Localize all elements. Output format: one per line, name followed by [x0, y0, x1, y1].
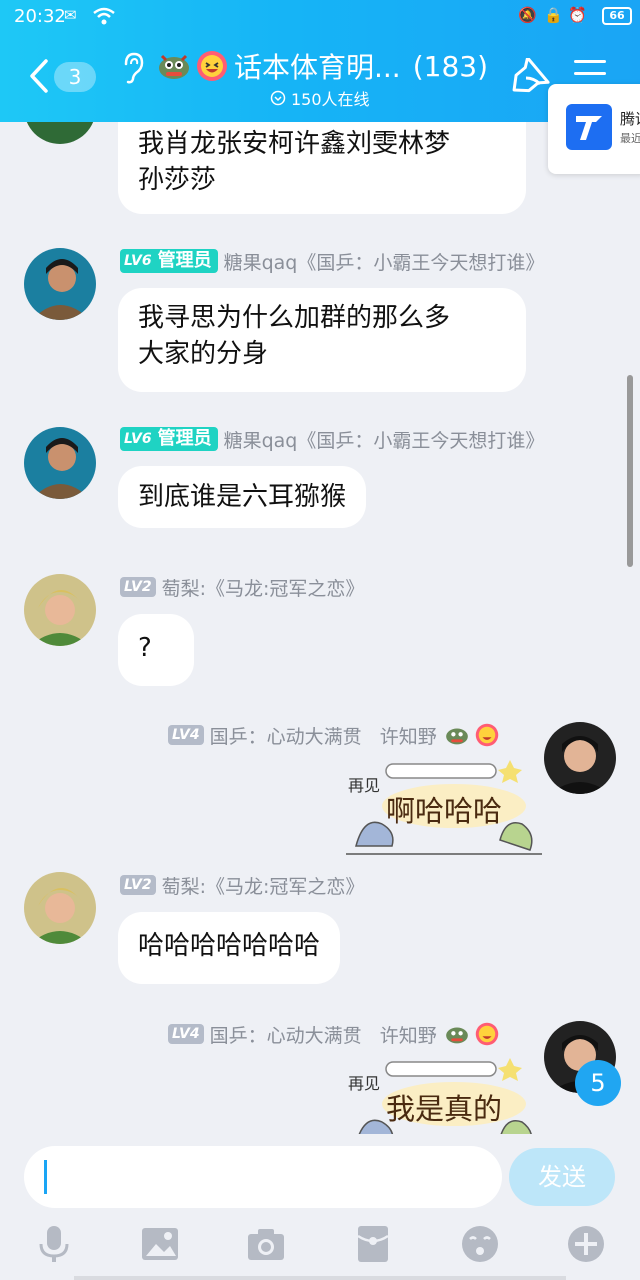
- level-badge: LV6: [120, 249, 156, 273]
- sender-name[interactable]: 糖果qaq《国乒：小霸王今天想打谁》: [224, 248, 545, 275]
- message-text: 到底谁是六耳猕猴: [138, 482, 347, 512]
- share-arrow-icon[interactable]: [506, 58, 550, 96]
- text-caret: [44, 1160, 47, 1194]
- admin-level-badge: LV6 管理员: [120, 249, 218, 273]
- level-badge: LV2: [120, 577, 156, 597]
- level-badge: LV4: [168, 1024, 204, 1044]
- level-badge: LV2: [120, 875, 156, 895]
- message-text: 哈哈哈哈哈哈哈: [138, 931, 321, 961]
- avatar[interactable]: [24, 574, 96, 646]
- unread-count-badge[interactable]: 3: [54, 62, 96, 92]
- member-count: (183): [412, 49, 488, 83]
- message-text: 大家的分身: [138, 339, 269, 369]
- avatar[interactable]: [24, 872, 96, 944]
- message-input[interactable]: [24, 1146, 502, 1208]
- back-arrow-icon[interactable]: [26, 58, 52, 94]
- sender-name[interactable]: 国乒：心动大满贯 许知野: [210, 1021, 437, 1048]
- avatar[interactable]: [24, 248, 96, 320]
- avatar[interactable]: [544, 722, 616, 794]
- camera-icon[interactable]: [246, 1224, 286, 1264]
- laughing-face-icon: [197, 51, 227, 81]
- admin-level-badge: LV6 管理员: [120, 427, 218, 451]
- avatar[interactable]: [24, 427, 96, 499]
- sticker-caption: 再见: [348, 776, 381, 795]
- ear-icon[interactable]: [120, 52, 146, 84]
- laughing-face-icon: [475, 723, 498, 747]
- bell-off-icon: 🔕: [518, 6, 537, 24]
- message-bubble[interactable]: ?: [118, 614, 194, 686]
- online-count: 150人在线: [291, 90, 370, 109]
- message-text: ?: [138, 633, 152, 663]
- plus-icon[interactable]: [566, 1224, 606, 1264]
- admin-badge: 管理员: [155, 427, 218, 451]
- chat-header: 20:32 ✉ 🔕 🔒 ⏰ 66 3 话本体育明... (183) 150人在线: [0, 0, 640, 122]
- red-packet-icon[interactable]: [353, 1224, 393, 1264]
- emoji-icon[interactable]: [460, 1224, 500, 1264]
- message-sender-row: LV6 管理员 糖果qaq《国乒：小霸王今天想打谁》: [120, 426, 544, 452]
- input-bar: 发送: [0, 1134, 640, 1280]
- chevron-circle-icon: [270, 90, 286, 106]
- microphone-icon[interactable]: [34, 1224, 74, 1264]
- new-messages-badge[interactable]: 5: [575, 1060, 621, 1106]
- message-text: 我肖龙张安柯许鑫刘雯林梦: [138, 129, 451, 159]
- message-sender-row: LV4 国乒：心动大满贯 许知野: [168, 1021, 499, 1047]
- sticker-text: 我是真的: [386, 1092, 503, 1126]
- message-bubble[interactable]: 我寻思为什么加群的那么多 大家的分身: [118, 288, 526, 392]
- message-sender-row: LV4 国乒：心动大满贯 许知野: [168, 722, 499, 748]
- message-list[interactable]: 我肖龙张安柯许鑫刘雯林梦 孙莎莎 LV6 管理员 糖果qaq《国乒：小霸王今天想打…: [0, 122, 640, 1134]
- sticker-caption: 再见: [348, 1074, 381, 1093]
- sticker-image[interactable]: 再见 我是真的: [346, 1052, 542, 1134]
- message-text: 我寻思为什么加群的那么多: [138, 303, 451, 333]
- dragon-emoji-icon: [445, 728, 468, 745]
- avatar[interactable]: [24, 122, 96, 144]
- group-title-row[interactable]: 话本体育明... (183): [156, 46, 488, 86]
- dragon-emoji-icon: [445, 1027, 468, 1044]
- sender-name[interactable]: 糖果qaq《国乒：小霸王今天想打谁》: [224, 426, 545, 453]
- message-bubble[interactable]: 我肖龙张安柯许鑫刘雯林梦 孙莎莎: [118, 122, 526, 214]
- send-button[interactable]: 发送: [509, 1148, 615, 1206]
- sender-name[interactable]: 国乒：心动大满贯 许知野: [210, 722, 437, 749]
- sticker-image[interactable]: 再见 啊哈哈哈: [346, 754, 542, 858]
- lock-rotation-icon: 🔒: [544, 6, 563, 24]
- alarm-icon: ⏰: [568, 6, 587, 24]
- message-sender-row: LV2 萄梨:《马龙:冠军之恋》: [120, 574, 364, 600]
- laughing-face-icon: [475, 1022, 498, 1046]
- admin-badge: 管理员: [155, 249, 218, 273]
- message-text: 孙莎莎: [138, 165, 217, 195]
- status-bar: 20:32 ✉ 🔕 🔒 ⏰ 66: [0, 0, 640, 34]
- level-badge: LV6: [120, 427, 156, 451]
- message-notification-icon: ✉: [64, 6, 77, 24]
- sender-name[interactable]: 萄梨:《马龙:冠军之恋》: [162, 574, 365, 601]
- status-time: 20:32: [14, 6, 66, 27]
- message-bubble[interactable]: 到底谁是六耳猕猴: [118, 466, 367, 528]
- dragon-emoji-icon: [159, 54, 189, 79]
- battery-indicator: 66: [602, 7, 632, 25]
- online-status[interactable]: 150人在线: [270, 86, 370, 110]
- group-title: 话本体育明...: [234, 51, 401, 84]
- sender-name[interactable]: 萄梨:《马龙:冠军之恋》: [162, 872, 365, 899]
- wifi-icon: [92, 6, 116, 30]
- image-icon[interactable]: [140, 1224, 180, 1264]
- scrollbar[interactable]: [627, 375, 633, 567]
- home-indicator: [74, 1276, 566, 1280]
- sticker-text: 啊哈哈哈: [386, 794, 503, 828]
- message-sender-row: LV2 萄梨:《马龙:冠军之恋》: [120, 872, 364, 898]
- level-badge: LV4: [168, 725, 204, 745]
- message-bubble[interactable]: 哈哈哈哈哈哈哈: [118, 912, 341, 984]
- message-sender-row: LV6 管理员 糖果qaq《国乒：小霸王今天想打谁》: [120, 248, 544, 274]
